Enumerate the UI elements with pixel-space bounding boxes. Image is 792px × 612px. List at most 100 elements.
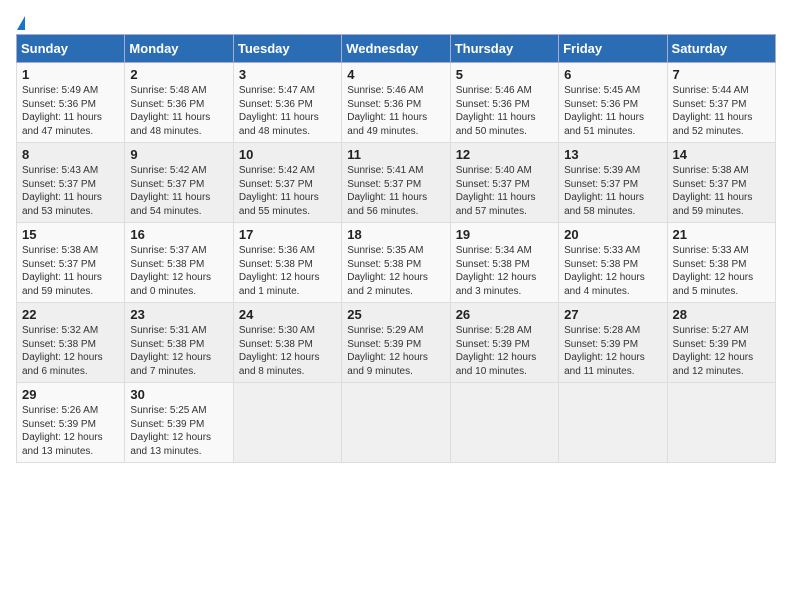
calendar-cell: 29 Sunrise: 5:26 AM Sunset: 5:39 PM Dayli… xyxy=(17,383,125,463)
cell-info: Sunrise: 5:46 AM Sunset: 5:36 PM Dayligh… xyxy=(347,84,444,138)
cell-info: Sunrise: 5:30 AM Sunset: 5:38 PM Dayligh… xyxy=(239,324,336,378)
logo-triangle-icon xyxy=(17,16,25,30)
cell-info: Sunrise: 5:46 AM Sunset: 5:36 PM Dayligh… xyxy=(456,84,553,138)
day-number: 29 xyxy=(22,387,119,402)
calendar-cell: 14Sunrise: 5:38 AM Sunset: 5:37 PM Dayli… xyxy=(667,143,775,223)
day-number: 23 xyxy=(130,307,227,322)
calendar-cell: 11 Sunrise: 5:41 AM Sunset: 5:37 PM Dayli… xyxy=(342,143,450,223)
calendar-cell xyxy=(233,383,341,463)
cell-info: Sunrise: 5:32 AM Sunset: 5:38 PM Dayligh… xyxy=(22,324,119,378)
cell-info: Sunrise: 5:42 AM Sunset: 5:37 PM Dayligh… xyxy=(239,164,336,218)
day-number: 28 xyxy=(673,307,770,322)
day-number: 11 xyxy=(347,147,444,162)
calendar-body: 1 Sunrise: 5:49 AM Sunset: 5:36 PM Daylig… xyxy=(17,63,776,463)
day-number: 17 xyxy=(239,227,336,242)
logo xyxy=(16,16,25,30)
calendar-cell: 17 Sunrise: 5:36 AM Sunset: 5:38 PM Dayli… xyxy=(233,223,341,303)
calendar-cell: 13 Sunrise: 5:39 AM Sunset: 5:37 PM Dayli… xyxy=(559,143,667,223)
cell-info: Sunrise: 5:49 AM Sunset: 5:36 PM Dayligh… xyxy=(22,84,119,138)
cell-info: Sunrise: 5:28 AM Sunset: 5:39 PM Dayligh… xyxy=(564,324,661,378)
cell-info: Sunrise: 5:39 AM Sunset: 5:37 PM Dayligh… xyxy=(564,164,661,218)
calendar-cell xyxy=(342,383,450,463)
day-number: 12 xyxy=(456,147,553,162)
calendar-cell: 2 Sunrise: 5:48 AM Sunset: 5:36 PM Daylig… xyxy=(125,63,233,143)
cell-info: Sunrise: 5:42 AM Sunset: 5:37 PM Dayligh… xyxy=(130,164,227,218)
day-number: 8 xyxy=(22,147,119,162)
day-number: 30 xyxy=(130,387,227,402)
cell-info: Sunrise: 5:25 AM Sunset: 5:39 PM Dayligh… xyxy=(130,404,227,458)
day-number: 24 xyxy=(239,307,336,322)
calendar-cell xyxy=(667,383,775,463)
weekday-header-friday: Friday xyxy=(559,35,667,63)
cell-info: Sunrise: 5:44 AM Sunset: 5:37 PM Dayligh… xyxy=(673,84,770,138)
cell-info: Sunrise: 5:38 AM Sunset: 5:37 PM Dayligh… xyxy=(673,164,770,218)
calendar-cell: 28Sunrise: 5:27 AM Sunset: 5:39 PM Dayli… xyxy=(667,303,775,383)
cell-info: Sunrise: 5:43 AM Sunset: 5:37 PM Dayligh… xyxy=(22,164,119,218)
calendar-cell: 3 Sunrise: 5:47 AM Sunset: 5:36 PM Daylig… xyxy=(233,63,341,143)
calendar-week-3: 15Sunrise: 5:38 AM Sunset: 5:37 PM Dayli… xyxy=(17,223,776,303)
cell-info: Sunrise: 5:36 AM Sunset: 5:38 PM Dayligh… xyxy=(239,244,336,298)
calendar-cell: 26 Sunrise: 5:28 AM Sunset: 5:39 PM Dayli… xyxy=(450,303,558,383)
weekday-header-tuesday: Tuesday xyxy=(233,35,341,63)
day-number: 25 xyxy=(347,307,444,322)
day-number: 22 xyxy=(22,307,119,322)
day-number: 3 xyxy=(239,67,336,82)
calendar-week-5: 29 Sunrise: 5:26 AM Sunset: 5:39 PM Dayli… xyxy=(17,383,776,463)
calendar-cell xyxy=(559,383,667,463)
calendar-header-row: SundayMondayTuesdayWednesdayThursdayFrid… xyxy=(17,35,776,63)
day-number: 7 xyxy=(673,67,770,82)
day-number: 6 xyxy=(564,67,661,82)
day-number: 26 xyxy=(456,307,553,322)
day-number: 16 xyxy=(130,227,227,242)
cell-info: Sunrise: 5:33 AM Sunset: 5:38 PM Dayligh… xyxy=(673,244,770,298)
weekday-header-saturday: Saturday xyxy=(667,35,775,63)
calendar-cell: 16 Sunrise: 5:37 AM Sunset: 5:38 PM Dayli… xyxy=(125,223,233,303)
cell-info: Sunrise: 5:33 AM Sunset: 5:38 PM Dayligh… xyxy=(564,244,661,298)
calendar-cell: 5 Sunrise: 5:46 AM Sunset: 5:36 PM Daylig… xyxy=(450,63,558,143)
calendar-cell: 15Sunrise: 5:38 AM Sunset: 5:37 PM Dayli… xyxy=(17,223,125,303)
cell-info: Sunrise: 5:47 AM Sunset: 5:36 PM Dayligh… xyxy=(239,84,336,138)
cell-info: Sunrise: 5:48 AM Sunset: 5:36 PM Dayligh… xyxy=(130,84,227,138)
page-header xyxy=(16,16,776,30)
calendar-cell: 27Sunrise: 5:28 AM Sunset: 5:39 PM Dayli… xyxy=(559,303,667,383)
calendar-cell: 18 Sunrise: 5:35 AM Sunset: 5:38 PM Dayli… xyxy=(342,223,450,303)
cell-info: Sunrise: 5:37 AM Sunset: 5:38 PM Dayligh… xyxy=(130,244,227,298)
cell-info: Sunrise: 5:41 AM Sunset: 5:37 PM Dayligh… xyxy=(347,164,444,218)
calendar-cell: 22 Sunrise: 5:32 AM Sunset: 5:38 PM Dayli… xyxy=(17,303,125,383)
calendar-cell xyxy=(450,383,558,463)
day-number: 18 xyxy=(347,227,444,242)
calendar-cell: 4 Sunrise: 5:46 AM Sunset: 5:36 PM Daylig… xyxy=(342,63,450,143)
weekday-header-monday: Monday xyxy=(125,35,233,63)
day-number: 21 xyxy=(673,227,770,242)
calendar-week-2: 8 Sunrise: 5:43 AM Sunset: 5:37 PM Daylig… xyxy=(17,143,776,223)
weekday-header-thursday: Thursday xyxy=(450,35,558,63)
calendar-cell: 1 Sunrise: 5:49 AM Sunset: 5:36 PM Daylig… xyxy=(17,63,125,143)
day-number: 9 xyxy=(130,147,227,162)
cell-info: Sunrise: 5:29 AM Sunset: 5:39 PM Dayligh… xyxy=(347,324,444,378)
weekday-header-wednesday: Wednesday xyxy=(342,35,450,63)
cell-info: Sunrise: 5:35 AM Sunset: 5:38 PM Dayligh… xyxy=(347,244,444,298)
cell-info: Sunrise: 5:40 AM Sunset: 5:37 PM Dayligh… xyxy=(456,164,553,218)
cell-info: Sunrise: 5:26 AM Sunset: 5:39 PM Dayligh… xyxy=(22,404,119,458)
cell-info: Sunrise: 5:28 AM Sunset: 5:39 PM Dayligh… xyxy=(456,324,553,378)
day-number: 1 xyxy=(22,67,119,82)
calendar-cell: 9 Sunrise: 5:42 AM Sunset: 5:37 PM Daylig… xyxy=(125,143,233,223)
day-number: 2 xyxy=(130,67,227,82)
day-number: 20 xyxy=(564,227,661,242)
calendar-table: SundayMondayTuesdayWednesdayThursdayFrid… xyxy=(16,34,776,463)
day-number: 5 xyxy=(456,67,553,82)
calendar-cell: 24 Sunrise: 5:30 AM Sunset: 5:38 PM Dayli… xyxy=(233,303,341,383)
day-number: 13 xyxy=(564,147,661,162)
day-number: 10 xyxy=(239,147,336,162)
calendar-cell: 12 Sunrise: 5:40 AM Sunset: 5:37 PM Dayli… xyxy=(450,143,558,223)
weekday-header-sunday: Sunday xyxy=(17,35,125,63)
calendar-cell: 23Sunrise: 5:31 AM Sunset: 5:38 PM Dayli… xyxy=(125,303,233,383)
calendar-cell: 19Sunrise: 5:34 AM Sunset: 5:38 PM Dayli… xyxy=(450,223,558,303)
calendar-week-4: 22 Sunrise: 5:32 AM Sunset: 5:38 PM Dayli… xyxy=(17,303,776,383)
calendar-cell: 7 Sunrise: 5:44 AM Sunset: 5:37 PM Daylig… xyxy=(667,63,775,143)
cell-info: Sunrise: 5:38 AM Sunset: 5:37 PM Dayligh… xyxy=(22,244,119,298)
calendar-cell: 30 Sunrise: 5:25 AM Sunset: 5:39 PM Dayli… xyxy=(125,383,233,463)
calendar-week-1: 1 Sunrise: 5:49 AM Sunset: 5:36 PM Daylig… xyxy=(17,63,776,143)
day-number: 4 xyxy=(347,67,444,82)
calendar-cell: 6Sunrise: 5:45 AM Sunset: 5:36 PM Daylig… xyxy=(559,63,667,143)
